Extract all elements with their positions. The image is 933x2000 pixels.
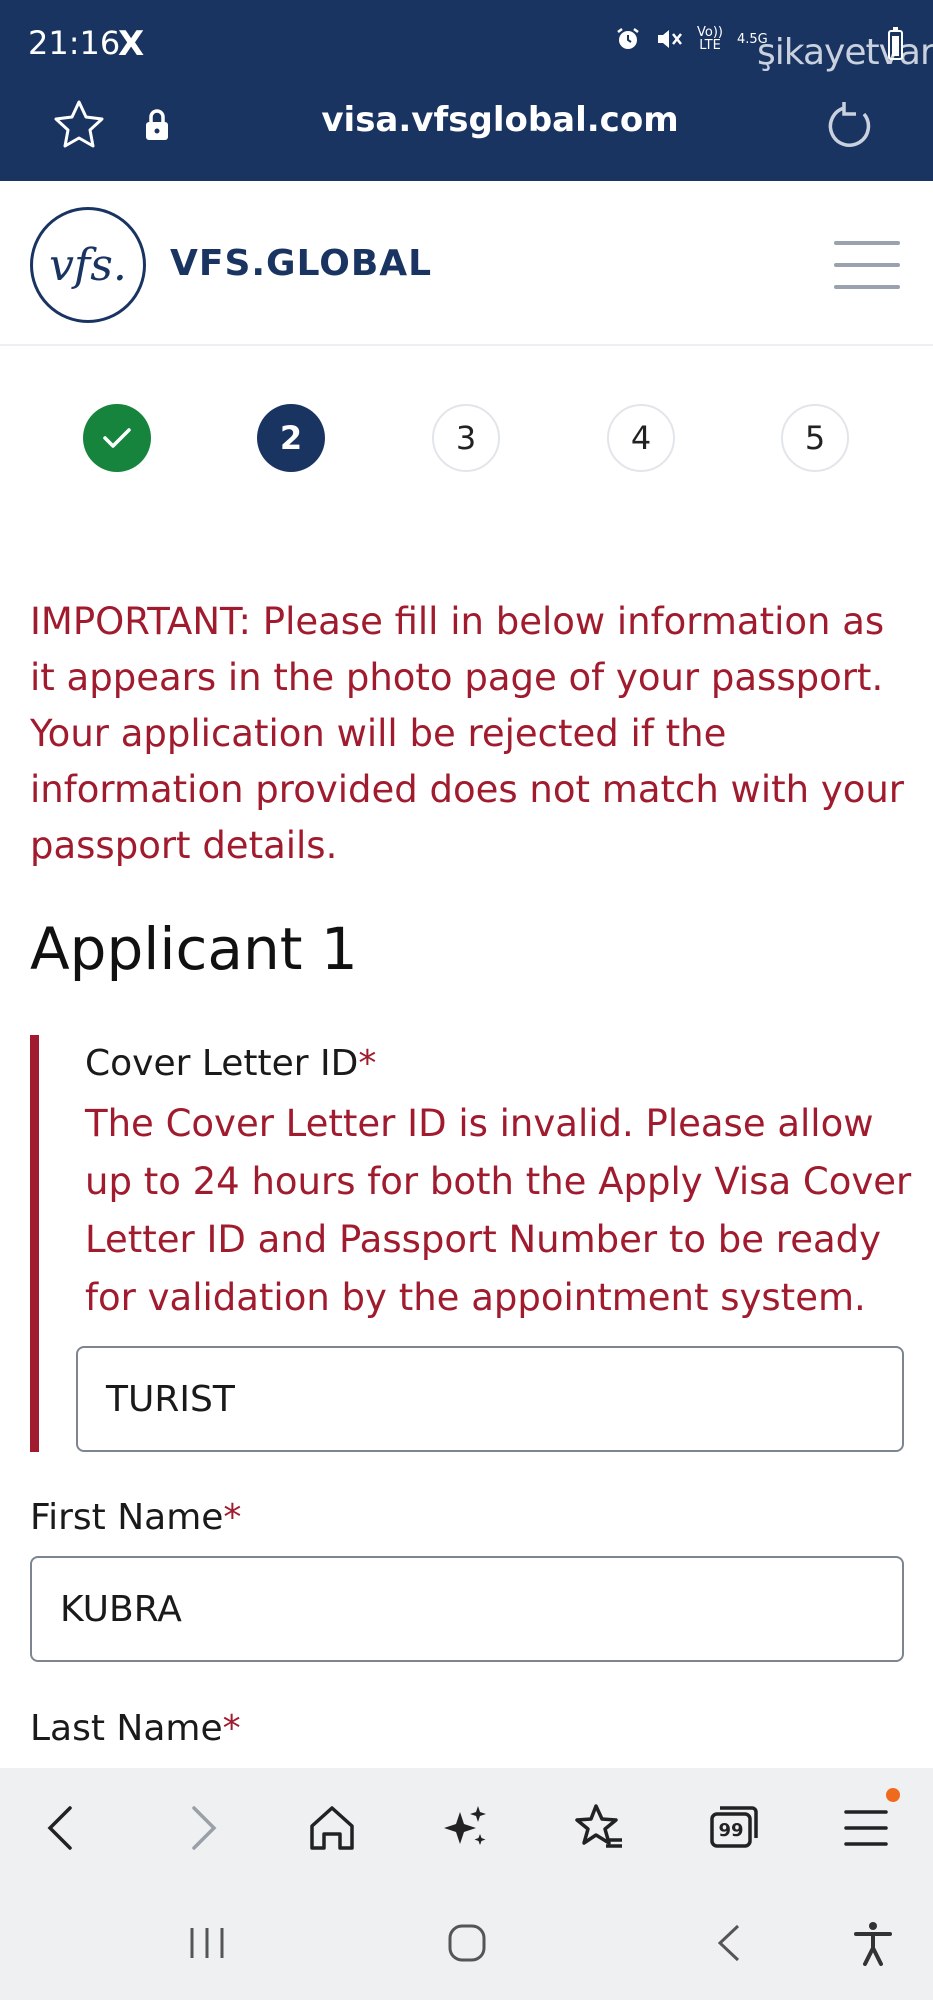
recents-icon[interactable] [182, 1918, 232, 1968]
nav-back-icon[interactable] [706, 1918, 756, 1968]
tabs-count: 99 [718, 1820, 744, 1841]
accessibility-icon[interactable] [848, 1918, 898, 1968]
progress-stepper: 2 3 4 5 [0, 404, 933, 474]
hamburger-menu-icon[interactable] [834, 241, 900, 289]
notification-dot [886, 1788, 900, 1802]
home-circle-icon[interactable] [442, 1918, 492, 1968]
home-icon[interactable] [304, 1800, 360, 1856]
status-icons: Vo)) LTE 4.5G [615, 26, 768, 52]
battery-icon [888, 27, 903, 60]
last-name-label: Last Name* [30, 1708, 241, 1749]
mute-icon [658, 30, 682, 48]
menu-icon[interactable] [838, 1800, 894, 1856]
required-mark: * [223, 1497, 242, 1538]
address-bar[interactable]: visa.vfsglobal.com [300, 100, 700, 140]
brand-name: VFS.GLOBAL [170, 243, 433, 284]
first-name-input[interactable]: KUBRA [30, 1556, 904, 1662]
forward-icon[interactable] [172, 1800, 228, 1856]
back-icon[interactable] [36, 1800, 92, 1856]
star-icon[interactable] [52, 98, 106, 152]
tabs-icon[interactable]: 99 [706, 1800, 762, 1856]
cover-letter-input[interactable]: TURIST [76, 1346, 904, 1452]
cover-letter-label: Cover Letter ID* [85, 1043, 377, 1084]
step-3: 3 [432, 404, 500, 472]
browser-top-bar: 21:16 X Vo)) LTE 4.5G şikayetvar visa.vf… [0, 0, 933, 181]
cover-letter-error: The Cover Letter ID is invalid. Please a… [85, 1102, 912, 1319]
site-header: vfs. VFS.GLOBAL [0, 181, 933, 346]
browser-bottom-toolbar: 99 [0, 1768, 933, 1888]
first-name-label: First Name* [30, 1497, 242, 1538]
applicant-title: Applicant 1 [30, 915, 358, 983]
step-5: 5 [781, 404, 849, 472]
required-mark: * [358, 1043, 377, 1084]
step-2-current: 2 [257, 404, 325, 472]
vfs-logo[interactable]: vfs. [30, 207, 146, 323]
network-type: Vo)) LTE [697, 25, 723, 53]
reload-icon[interactable] [826, 100, 876, 150]
x-app-icon: X [118, 24, 145, 64]
system-nav-bar [0, 1888, 933, 2000]
cover-letter-field-group: Cover Letter ID* The Cover Letter ID is … [30, 1035, 911, 1452]
bookmarks-icon[interactable] [572, 1800, 628, 1856]
important-notice: IMPORTANT: Please fill in below informat… [30, 600, 905, 867]
sparkle-icon[interactable] [438, 1800, 494, 1856]
status-time: 21:16 [28, 24, 121, 62]
lock-icon [146, 109, 168, 140]
alarm-icon [617, 28, 639, 49]
check-icon [103, 428, 131, 448]
watermark: şikayetvar [757, 32, 933, 73]
step-4: 4 [607, 404, 675, 472]
required-mark: * [222, 1708, 241, 1749]
step-1-complete [83, 404, 151, 472]
